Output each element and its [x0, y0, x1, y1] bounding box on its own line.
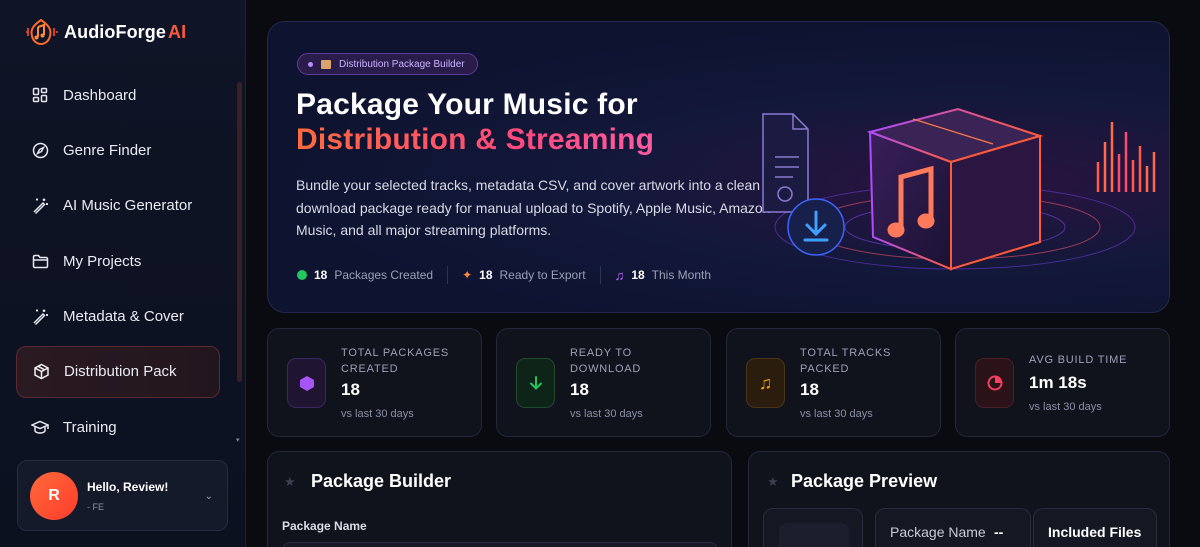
- stat-label: READY TO DOWNLOAD: [570, 347, 642, 375]
- included-files-box: Included Files: [1033, 508, 1157, 547]
- scroll-down-icon[interactable]: ▾: [236, 436, 243, 444]
- cover-art-placeholder: [763, 508, 863, 547]
- stat-card-ready-to-download: READY TO DOWNLOAD 18 vs last 30 days: [496, 328, 711, 437]
- sidebar-item-label: Metadata & Cover: [63, 308, 184, 326]
- star-icon: ★: [767, 474, 779, 489]
- included-files-label: Included Files: [1048, 524, 1142, 540]
- hero-title: Package Your Music for: [296, 88, 638, 121]
- divider: [447, 266, 449, 284]
- hero-stat-label: Ready to Export: [499, 268, 586, 282]
- stat-value: 1m 18s: [1029, 373, 1087, 392]
- package-name-preview-value: --: [994, 524, 1004, 540]
- user-info: Hello, Review! - FE: [87, 480, 168, 512]
- hero-badge-label: Distribution Package Builder: [339, 58, 465, 70]
- green-dot-icon: [297, 270, 307, 280]
- sidebar-item-distribution-pack[interactable]: Distribution Pack: [16, 345, 220, 398]
- sidebar-item-label: Genre Finder: [63, 141, 152, 159]
- hero-description: Bundle your selected tracks, metadata CS…: [296, 177, 771, 238]
- document-icon: [762, 113, 809, 213]
- pie-clock-icon: [975, 358, 1014, 408]
- music-note-icon: ♫: [746, 358, 785, 408]
- chevron-down-icon[interactable]: ⌄: [205, 491, 213, 502]
- box-icon: [866, 107, 1044, 271]
- hero-stat-this-month: ♫ 18 This Month: [615, 268, 711, 283]
- magic-wand-icon: [31, 197, 49, 215]
- panel-title: Package Builder: [311, 471, 452, 491]
- badge-dot-icon: [308, 61, 313, 67]
- sidebar-scrollbar[interactable]: [237, 82, 242, 382]
- sidebar-item-label: Distribution Pack: [64, 363, 177, 381]
- panel-title: Package Preview: [791, 471, 938, 491]
- download-arrow-icon: [516, 358, 555, 408]
- package-icon: [32, 363, 50, 381]
- sidebar-item-ai-music-generator[interactable]: AI Music Generator: [16, 180, 220, 232]
- stat-label: AVG BUILD TIME: [1029, 354, 1128, 366]
- package-name-preview-label: Package Name: [890, 524, 986, 540]
- divider: [599, 266, 601, 284]
- sidebar-nav: Dashboard Genre Finder AI Music Generato…: [16, 69, 220, 457]
- hexagon-icon: [287, 358, 326, 408]
- magic-wand-icon: [31, 308, 49, 326]
- hero-stat-label: This Month: [651, 268, 712, 282]
- user-profile-card[interactable]: R Hello, Review! - FE ⌄: [17, 460, 228, 531]
- logo-icon: [26, 18, 58, 46]
- box-icon: [321, 59, 331, 69]
- hero-banner: Distribution Package Builder Package You…: [267, 21, 1170, 313]
- stat-card-avg-build-time: AVG BUILD TIME 1m 18s vs last 30 days: [955, 328, 1170, 437]
- grid-icon: [31, 86, 49, 104]
- hero-stat-packages-created: 18 Packages Created: [297, 268, 433, 282]
- stat-value: 18: [570, 380, 589, 399]
- app-logo[interactable]: AudioForge AI: [24, 16, 186, 48]
- sidebar-item-label: Dashboard: [63, 86, 137, 104]
- package-name-label: Package Name: [282, 519, 367, 533]
- graduation-cap-icon: [31, 418, 49, 436]
- sidebar-item-my-projects[interactable]: My Projects: [16, 235, 220, 287]
- sidebar-item-label: Training: [63, 418, 117, 436]
- stat-label: TOTAL TRACKS PACKED: [800, 347, 892, 375]
- user-greeting: Hello, Review!: [87, 479, 169, 494]
- compass-icon: [31, 141, 49, 159]
- stat-comparison: vs last 30 days: [570, 408, 643, 420]
- hero-stat-label: Packages Created: [334, 268, 434, 282]
- hero-stat-ready-to-export: ✦ 18 Ready to Export: [462, 268, 585, 282]
- stat-value: 18: [341, 380, 360, 399]
- stat-value: 18: [800, 380, 819, 399]
- sparkle-icon: ✦: [462, 268, 473, 282]
- sidebar-item-metadata-cover[interactable]: Metadata & Cover: [16, 291, 220, 343]
- hero-stat-value: 18: [631, 268, 645, 282]
- sidebar-item-label: My Projects: [63, 252, 142, 270]
- sidebar-item-label: AI Music Generator: [63, 197, 193, 215]
- avatar: R: [30, 471, 78, 520]
- app-root: AudioForge AI Dashboard Genre Finder AI M…: [0, 0, 1200, 547]
- sidebar-item-training[interactable]: Training: [16, 401, 220, 453]
- stat-comparison: vs last 30 days: [341, 408, 414, 420]
- package-builder-panel: ★ Package Builder Package Name: [267, 451, 732, 547]
- hero-title-highlight: Distribution & Streaming: [296, 123, 655, 156]
- stat-card-total-packages: TOTAL PACKAGES CREATED 18 vs last 30 days: [267, 328, 482, 437]
- package-name-input[interactable]: [282, 542, 718, 547]
- sidebar-item-genre-finder[interactable]: Genre Finder: [16, 124, 220, 176]
- hero-stats: 18 Packages Created ✦ 18 Ready to Export…: [297, 266, 711, 284]
- star-icon: ★: [284, 474, 296, 489]
- music-note-icon: ♫: [614, 267, 625, 283]
- app-name: AudioForge AI: [64, 21, 187, 42]
- user-role: - FE: [87, 501, 104, 512]
- download-arrow-icon: [787, 198, 845, 256]
- hero-badge: Distribution Package Builder: [297, 53, 478, 75]
- package-name-preview: Package Name --: [875, 508, 1031, 547]
- stat-label: TOTAL PACKAGES CREATED: [341, 347, 449, 375]
- hero-stat-value: 18: [479, 268, 493, 282]
- folder-icon: [31, 252, 49, 270]
- package-preview-panel: ★ Package Preview Package Name -- Includ…: [748, 451, 1170, 547]
- stat-comparison: vs last 30 days: [1029, 401, 1102, 413]
- stat-card-total-tracks: ♫ TOTAL TRACKS PACKED 18 vs last 30 days: [726, 328, 941, 437]
- stat-comparison: vs last 30 days: [800, 408, 873, 420]
- sidebar: AudioForge AI Dashboard Genre Finder AI M…: [0, 0, 246, 547]
- hero-illustration: [762, 107, 1156, 271]
- hero-stat-value: 18: [314, 268, 328, 282]
- sidebar-item-dashboard[interactable]: Dashboard: [16, 69, 220, 121]
